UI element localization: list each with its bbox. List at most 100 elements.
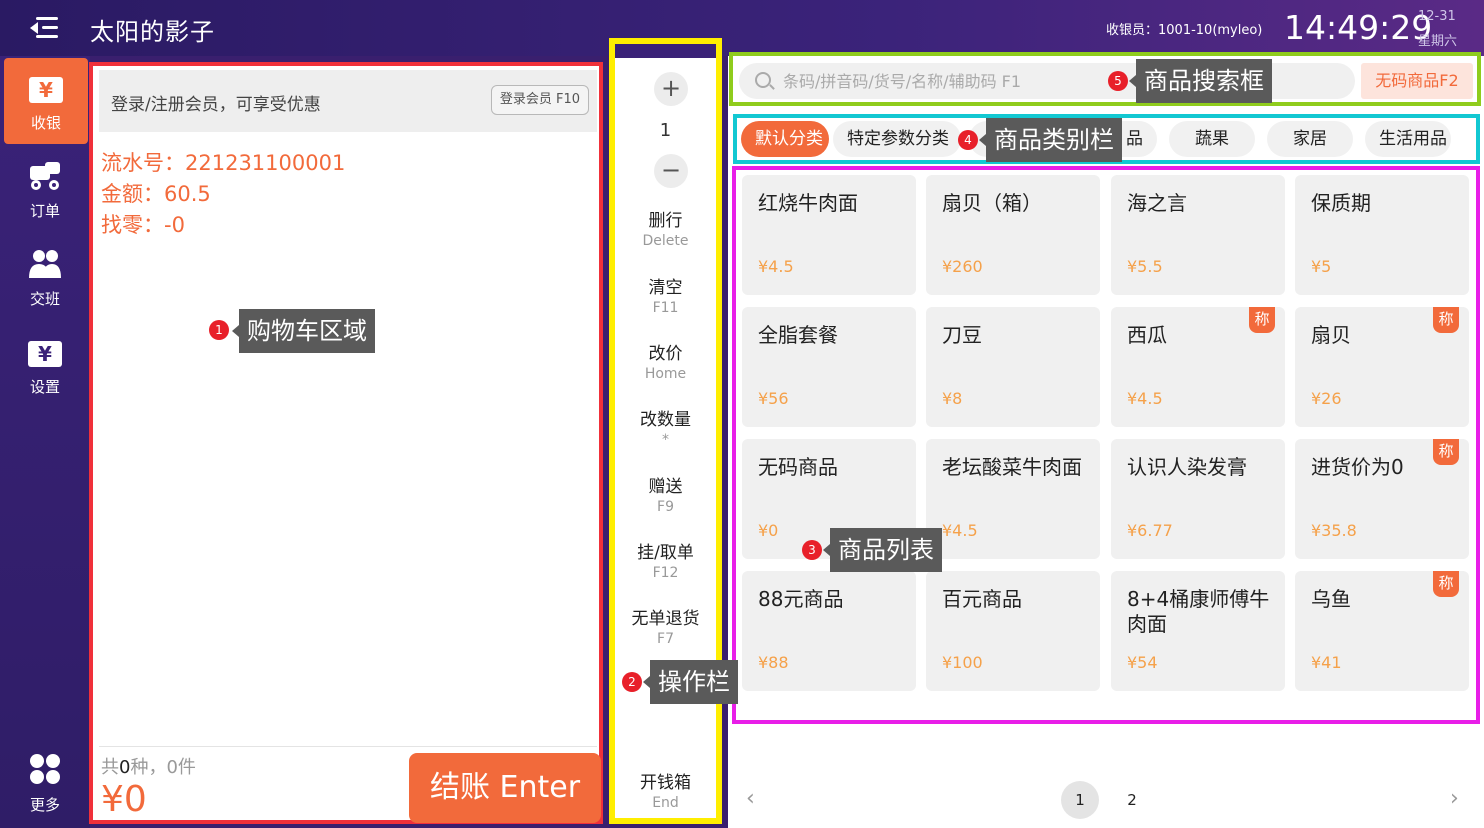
settings-icon: ¥ — [27, 334, 63, 370]
menu-icon[interactable] — [30, 15, 60, 41]
top-bar: 太阳的影子 收银员：1001-10(myleo) 14:49:29 12-31 … — [0, 0, 1484, 56]
annotation-label: 操作栏 — [643, 660, 738, 704]
sidebar-item-more[interactable]: 更多 — [0, 740, 90, 826]
sidebar-item-shift[interactable]: 交班 — [0, 234, 90, 320]
minus-button[interactable]: − — [654, 154, 688, 188]
category-default[interactable]: 默认分类 — [741, 121, 829, 157]
product-card[interactable]: 扇贝 ¥26 称 — [1295, 307, 1469, 427]
product-name: 海之言 — [1127, 191, 1187, 215]
open-drawer-button[interactable]: 开钱箱 End — [615, 768, 716, 811]
product-name: 扇贝（箱） — [942, 191, 1042, 215]
sidebar-item-cashier[interactable]: ¥ 收银 — [4, 58, 88, 144]
annotation-marker: 3 — [802, 540, 822, 560]
member-login-button[interactable]: 登录会员 F10 — [490, 85, 589, 115]
product-card[interactable]: 扇贝（箱） ¥260 — [926, 175, 1100, 295]
annotation-marker: 5 — [1108, 71, 1128, 91]
prev-page-icon[interactable]: ‹ — [746, 786, 755, 811]
weigh-badge: 称 — [1433, 439, 1459, 465]
date: 12-31 — [1418, 9, 1456, 24]
sidebar-item-orders[interactable]: 订单 — [0, 146, 90, 232]
quantity-value: 1 — [659, 120, 672, 141]
product-card[interactable]: 红烧牛肉面 ¥4.5 — [742, 175, 916, 295]
serial-number: 流水号：221231100001 — [101, 151, 346, 175]
clear-button[interactable]: 清空 F11 — [615, 273, 716, 316]
sidebar-item-settings[interactable]: ¥ 设置 — [0, 322, 90, 408]
change-quantity-button[interactable]: 改数量 * — [615, 405, 716, 448]
more-icon — [27, 752, 63, 788]
product-price: ¥5.5 — [1127, 257, 1163, 276]
product-name: 刀豆 — [942, 323, 982, 347]
product-price: ¥8 — [942, 389, 963, 408]
page-1[interactable]: 1 — [1061, 781, 1099, 819]
product-card[interactable]: 认识人染发膏 ¥6.77 — [1111, 439, 1285, 559]
checkout-button[interactable]: 结账 Enter — [409, 753, 601, 823]
annotation-marker: 2 — [622, 672, 642, 692]
product-card[interactable]: 乌鱼 ¥41 称 — [1295, 571, 1469, 691]
product-name: 老坛酸菜牛肉面 — [942, 455, 1082, 479]
product-name: 8+4桶康师傅牛肉面 — [1127, 587, 1270, 636]
product-price: ¥4.5 — [942, 521, 978, 540]
no-code-product-button[interactable]: 无码商品F2 — [1361, 63, 1473, 99]
product-card[interactable]: 刀豆 ¥8 — [926, 307, 1100, 427]
weekday: 星期六 — [1418, 34, 1458, 49]
category-vegetables[interactable]: 蔬果 — [1169, 121, 1255, 157]
product-price: ¥56 — [758, 389, 789, 408]
cart-count: 共0种，0件 — [101, 757, 196, 778]
annotation-label: 商品列表 — [823, 528, 942, 572]
product-card[interactable]: 88元商品 ¥88 — [742, 571, 916, 691]
annotation-label: 购物车区域 — [232, 309, 375, 353]
product-name: 认识人染发膏 — [1127, 455, 1247, 479]
category-home[interactable]: 家居 — [1267, 121, 1353, 157]
product-card[interactable]: 进货价为0 ¥35.8 称 — [1295, 439, 1469, 559]
product-name: 百元商品 — [942, 587, 1022, 611]
weigh-badge: 称 — [1433, 571, 1459, 597]
annotation-label: 商品搜索框 — [1129, 59, 1272, 103]
cart-footer: 共0种，0件 ¥0 结账 Enter — [99, 746, 601, 823]
return-button[interactable]: 无单退货 F7 — [615, 604, 716, 647]
product-price: ¥41 — [1311, 653, 1342, 672]
product-price: ¥100 — [942, 653, 983, 672]
weigh-badge: 称 — [1433, 307, 1459, 333]
product-price: ¥35.8 — [1311, 521, 1357, 540]
category-daily[interactable]: 生活用品 — [1365, 121, 1451, 157]
product-price: ¥26 — [1311, 389, 1342, 408]
product-card[interactable]: 老坛酸菜牛肉面 ¥4.5 — [926, 439, 1100, 559]
operations-bar: + 1 − 删行 Delete 清空 F11 改价 Home 改数量 * 赠送 F9 挂/… — [609, 38, 722, 824]
page-2[interactable]: 2 — [1113, 781, 1151, 819]
product-card[interactable]: 全脂套餐 ¥56 — [742, 307, 916, 427]
shift-icon — [27, 246, 63, 282]
product-card[interactable]: 百元商品 ¥100 — [926, 571, 1100, 691]
amount: 金额：60.5 — [101, 182, 211, 206]
product-price: ¥88 — [758, 653, 789, 672]
search-icon — [755, 72, 771, 88]
category-special-params[interactable]: 特定参数分类 — [833, 121, 961, 157]
gift-button[interactable]: 赠送 F9 — [615, 472, 716, 515]
annotation-label: 商品类别栏 — [979, 118, 1122, 162]
store-title: 太阳的影子 — [90, 18, 215, 46]
product-card[interactable]: 海之言 ¥5.5 — [1111, 175, 1285, 295]
annotation-marker: 4 — [958, 130, 978, 150]
cashier-info: 收银员：1001-10(myleo) — [1106, 23, 1263, 38]
order-icon — [27, 158, 63, 194]
hold-order-button[interactable]: 挂/取单 F12 — [615, 538, 716, 581]
product-name: 全脂套餐 — [758, 323, 838, 347]
delete-row-button[interactable]: 删行 Delete — [615, 206, 716, 249]
product-card[interactable]: 西瓜 ¥4.5 称 — [1111, 307, 1285, 427]
member-bar[interactable]: 登录/注册会员，可享受优惠 登录会员 F10 — [99, 70, 597, 132]
change-price-button[interactable]: 改价 Home — [615, 339, 716, 382]
plus-button[interactable]: + — [654, 72, 688, 106]
clock: 14:49:29 — [1284, 8, 1433, 47]
product-price: ¥260 — [942, 257, 983, 276]
weigh-badge: 称 — [1249, 307, 1275, 333]
product-name: 88元商品 — [758, 587, 844, 611]
product-card[interactable]: 8+4桶康师傅牛肉面 ¥54 — [1111, 571, 1285, 691]
cart-panel: 登录/注册会员，可享受优惠 登录会员 F10 流水号：221231100001 … — [89, 62, 603, 824]
cashier-icon: ¥ — [28, 70, 64, 106]
search-bar: 无码商品F2 — [729, 52, 1481, 106]
next-page-icon[interactable]: › — [1450, 786, 1459, 811]
product-price: ¥4.5 — [758, 257, 794, 276]
product-price: ¥0 — [758, 521, 779, 540]
product-price: ¥5 — [1311, 257, 1332, 276]
annotation-marker: 1 — [209, 320, 229, 340]
product-card[interactable]: 保质期 ¥5 — [1295, 175, 1469, 295]
